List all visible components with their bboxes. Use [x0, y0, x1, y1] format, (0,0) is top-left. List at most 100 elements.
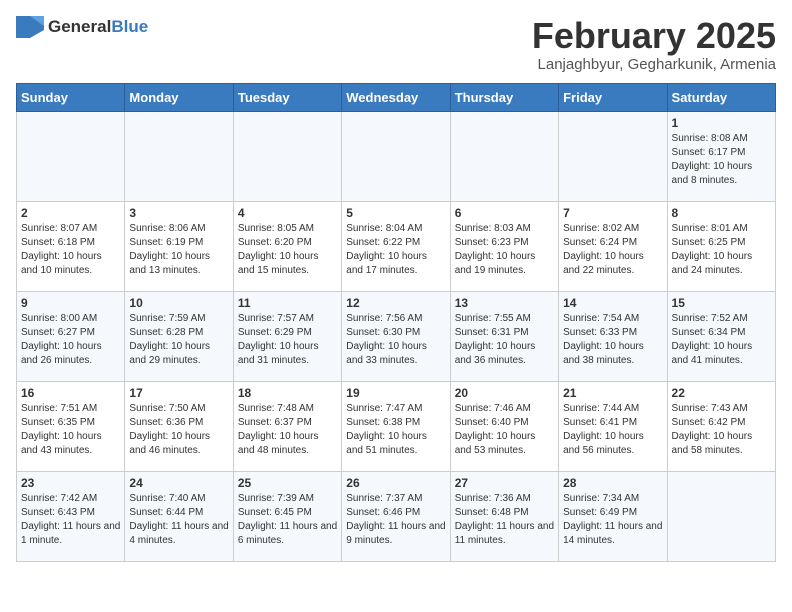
day-info: Sunrise: 7:59 AM Sunset: 6:28 PM Dayligh…: [129, 312, 228, 368]
col-header-monday: Monday: [125, 83, 233, 111]
day-cell: 13 Sunrise: 7:55 AM Sunset: 6:31 PM Dayli…: [450, 291, 558, 381]
day-cell: 20 Sunrise: 7:46 AM Sunset: 6:40 PM Dayli…: [450, 381, 558, 471]
day-number: 13: [455, 296, 554, 310]
week-row-3: 9Sunrise: 8:00 AM Sunset: 6:27 PM Daylig…: [17, 291, 776, 381]
day-cell: [450, 111, 558, 201]
calendar-subtitle: Lanjaghbyur, Gegharkunik, Armenia: [532, 56, 776, 73]
col-header-sunday: Sunday: [17, 83, 125, 111]
week-row-5: 23Sunrise: 7:42 AM Sunset: 6:43 PM Dayli…: [17, 471, 776, 561]
day-info: Sunrise: 7:55 AM Sunset: 6:31 PM Dayligh…: [455, 312, 554, 368]
day-cell: 3 Sunrise: 8:06 AM Sunset: 6:19 PM Daylig…: [125, 201, 233, 291]
day-cell: [667, 471, 775, 561]
week-row-4: 16 Sunrise: 7:51 AM Sunset: 6:35 PM Dayli…: [17, 381, 776, 471]
day-number: 27: [455, 476, 554, 490]
col-header-tuesday: Tuesday: [233, 83, 341, 111]
day-cell: 15Sunrise: 7:52 AM Sunset: 6:34 PM Dayli…: [667, 291, 775, 381]
day-cell: 2 Sunrise: 8:07 AM Sunset: 6:18 PM Daylig…: [17, 201, 125, 291]
day-cell: 25 Sunrise: 7:39 AM Sunset: 6:45 PM Dayli…: [233, 471, 341, 561]
logo: GeneralBlue: [16, 16, 148, 38]
col-header-wednesday: Wednesday: [342, 83, 450, 111]
day-cell: 18 Sunrise: 7:48 AM Sunset: 6:37 PM Dayli…: [233, 381, 341, 471]
day-cell: [342, 111, 450, 201]
day-cell: 12 Sunrise: 7:56 AM Sunset: 6:30 PM Dayli…: [342, 291, 450, 381]
day-number: 3: [129, 206, 228, 220]
day-cell: 22 Sunrise: 7:43 AM Sunset: 6:42 PM Dayli…: [667, 381, 775, 471]
day-cell: 27 Sunrise: 7:36 AM Sunset: 6:48 PM Dayli…: [450, 471, 558, 561]
day-number: 10: [129, 296, 228, 310]
header: GeneralBlue February 2025 Lanjaghbyur, G…: [16, 16, 776, 73]
day-cell: 16 Sunrise: 7:51 AM Sunset: 6:35 PM Dayli…: [17, 381, 125, 471]
day-info: Sunrise: 7:36 AM Sunset: 6:48 PM Dayligh…: [455, 492, 554, 548]
day-number: 17: [129, 386, 228, 400]
header-row: SundayMondayTuesdayWednesdayThursdayFrid…: [17, 83, 776, 111]
day-cell: 10 Sunrise: 7:59 AM Sunset: 6:28 PM Dayli…: [125, 291, 233, 381]
week-row-1: 1 Sunrise: 8:08 AM Sunset: 6:17 PM Daylig…: [17, 111, 776, 201]
day-number: 19: [346, 386, 445, 400]
day-info: Sunrise: 7:34 AM Sunset: 6:49 PM Dayligh…: [563, 492, 662, 548]
day-number: 24: [129, 476, 228, 490]
day-number: 11: [238, 296, 337, 310]
logo-icon: [16, 16, 44, 38]
day-number: 23: [21, 476, 120, 490]
day-number: 16: [21, 386, 120, 400]
day-info: Sunrise: 8:05 AM Sunset: 6:20 PM Dayligh…: [238, 222, 337, 278]
day-cell: 26Sunrise: 7:37 AM Sunset: 6:46 PM Dayli…: [342, 471, 450, 561]
calendar-title: February 2025: [532, 16, 776, 56]
day-cell: 5 Sunrise: 8:04 AM Sunset: 6:22 PM Daylig…: [342, 201, 450, 291]
day-number: 22: [672, 386, 771, 400]
col-header-thursday: Thursday: [450, 83, 558, 111]
day-info: Sunrise: 8:08 AM Sunset: 6:17 PM Dayligh…: [672, 132, 771, 188]
day-number: 8: [672, 206, 771, 220]
day-info: Sunrise: 7:44 AM Sunset: 6:41 PM Dayligh…: [563, 402, 662, 458]
title-area: February 2025 Lanjaghbyur, Gegharkunik, …: [532, 16, 776, 73]
day-info: Sunrise: 8:07 AM Sunset: 6:18 PM Dayligh…: [21, 222, 120, 278]
day-info: Sunrise: 7:54 AM Sunset: 6:33 PM Dayligh…: [563, 312, 662, 368]
day-info: Sunrise: 8:06 AM Sunset: 6:19 PM Dayligh…: [129, 222, 228, 278]
day-info: Sunrise: 7:46 AM Sunset: 6:40 PM Dayligh…: [455, 402, 554, 458]
week-row-2: 2 Sunrise: 8:07 AM Sunset: 6:18 PM Daylig…: [17, 201, 776, 291]
day-number: 14: [563, 296, 662, 310]
day-number: 18: [238, 386, 337, 400]
day-cell: 23Sunrise: 7:42 AM Sunset: 6:43 PM Dayli…: [17, 471, 125, 561]
day-info: Sunrise: 7:51 AM Sunset: 6:35 PM Dayligh…: [21, 402, 120, 458]
day-cell: 24 Sunrise: 7:40 AM Sunset: 6:44 PM Dayli…: [125, 471, 233, 561]
day-cell: [17, 111, 125, 201]
day-info: Sunrise: 7:40 AM Sunset: 6:44 PM Dayligh…: [129, 492, 228, 548]
day-cell: 9Sunrise: 8:00 AM Sunset: 6:27 PM Daylig…: [17, 291, 125, 381]
day-cell: 4Sunrise: 8:05 AM Sunset: 6:20 PM Daylig…: [233, 201, 341, 291]
day-number: 12: [346, 296, 445, 310]
day-number: 25: [238, 476, 337, 490]
day-info: Sunrise: 7:37 AM Sunset: 6:46 PM Dayligh…: [346, 492, 445, 548]
day-cell: 11 Sunrise: 7:57 AM Sunset: 6:29 PM Dayli…: [233, 291, 341, 381]
day-cell: 19 Sunrise: 7:47 AM Sunset: 6:38 PM Dayli…: [342, 381, 450, 471]
day-info: Sunrise: 8:04 AM Sunset: 6:22 PM Dayligh…: [346, 222, 445, 278]
day-cell: [559, 111, 667, 201]
day-info: Sunrise: 7:48 AM Sunset: 6:37 PM Dayligh…: [238, 402, 337, 458]
day-number: 7: [563, 206, 662, 220]
day-info: Sunrise: 7:39 AM Sunset: 6:45 PM Dayligh…: [238, 492, 337, 548]
day-info: Sunrise: 7:57 AM Sunset: 6:29 PM Dayligh…: [238, 312, 337, 368]
day-cell: 14 Sunrise: 7:54 AM Sunset: 6:33 PM Dayli…: [559, 291, 667, 381]
day-info: Sunrise: 8:03 AM Sunset: 6:23 PM Dayligh…: [455, 222, 554, 278]
logo-general-text: GeneralBlue: [48, 17, 148, 37]
day-info: Sunrise: 7:47 AM Sunset: 6:38 PM Dayligh…: [346, 402, 445, 458]
day-number: 21: [563, 386, 662, 400]
day-cell: 28Sunrise: 7:34 AM Sunset: 6:49 PM Dayli…: [559, 471, 667, 561]
col-header-saturday: Saturday: [667, 83, 775, 111]
day-cell: 6 Sunrise: 8:03 AM Sunset: 6:23 PM Daylig…: [450, 201, 558, 291]
col-header-friday: Friday: [559, 83, 667, 111]
day-number: 2: [21, 206, 120, 220]
day-cell: 8 Sunrise: 8:01 AM Sunset: 6:25 PM Daylig…: [667, 201, 775, 291]
day-info: Sunrise: 7:56 AM Sunset: 6:30 PM Dayligh…: [346, 312, 445, 368]
day-number: 1: [672, 116, 771, 130]
day-number: 5: [346, 206, 445, 220]
day-info: Sunrise: 7:43 AM Sunset: 6:42 PM Dayligh…: [672, 402, 771, 458]
calendar-table: SundayMondayTuesdayWednesdayThursdayFrid…: [16, 83, 776, 562]
day-info: Sunrise: 8:00 AM Sunset: 6:27 PM Dayligh…: [21, 312, 120, 368]
day-info: Sunrise: 8:02 AM Sunset: 6:24 PM Dayligh…: [563, 222, 662, 278]
day-number: 20: [455, 386, 554, 400]
day-info: Sunrise: 8:01 AM Sunset: 6:25 PM Dayligh…: [672, 222, 771, 278]
day-cell: 21 Sunrise: 7:44 AM Sunset: 6:41 PM Dayli…: [559, 381, 667, 471]
day-cell: [233, 111, 341, 201]
day-number: 6: [455, 206, 554, 220]
